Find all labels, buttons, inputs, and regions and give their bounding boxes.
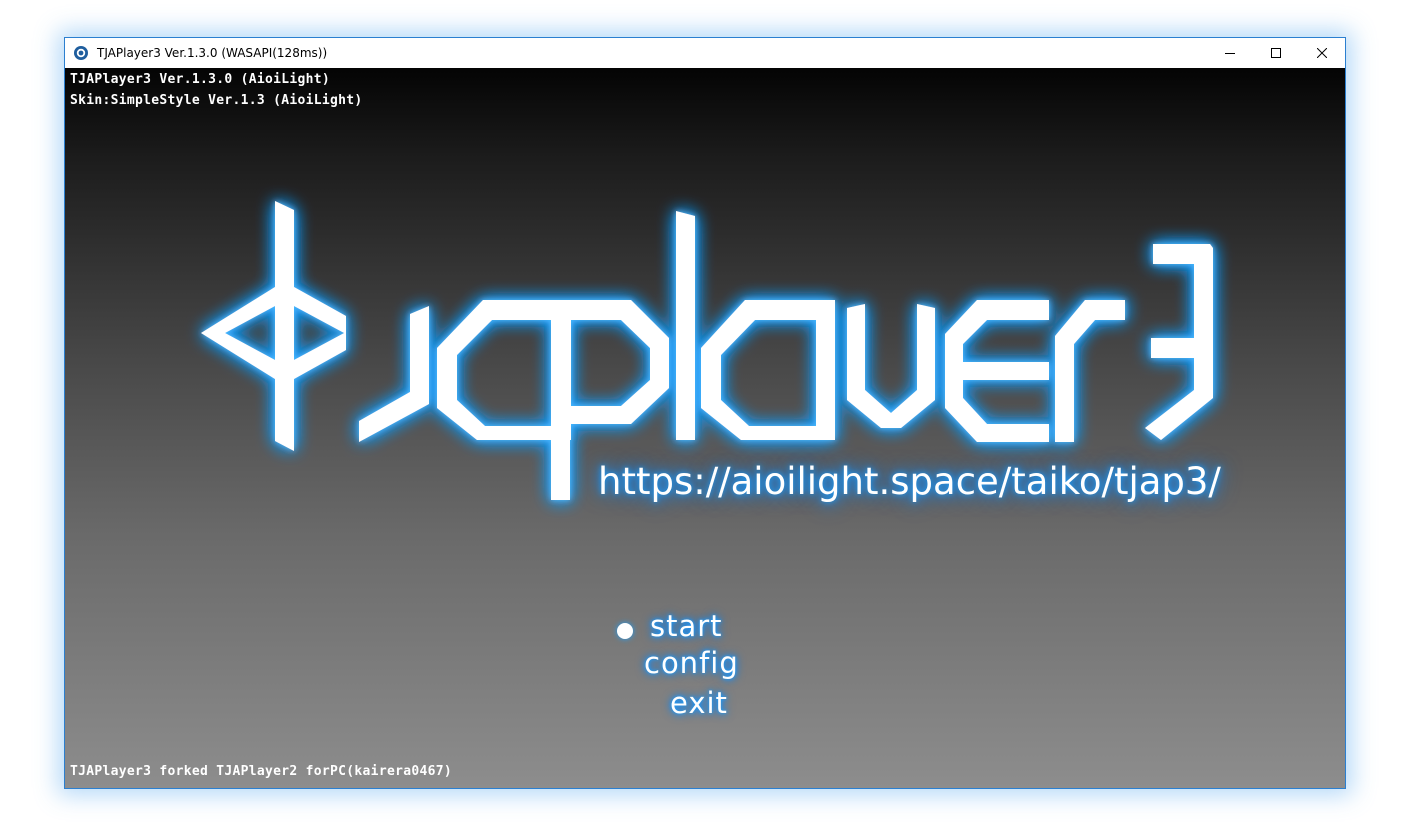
maximize-icon <box>1271 48 1281 58</box>
menu-item-start[interactable]: start <box>650 609 723 643</box>
close-icon <box>1317 48 1327 58</box>
menu-item-config[interactable]: config <box>644 646 739 680</box>
window-title: TJAPlayer3 Ver.1.3.0 (WASAPI(128ms)) <box>97 46 328 60</box>
title-bar[interactable]: TJAPlayer3 Ver.1.3.0 (WASAPI(128ms)) <box>65 38 1345 68</box>
website-url[interactable]: https://aioilight.space/taiko/tjap3/ <box>598 460 1221 503</box>
app-icon <box>74 46 88 60</box>
minimize-button[interactable] <box>1207 38 1253 68</box>
menu-item-exit[interactable]: exit <box>670 686 728 720</box>
close-button[interactable] <box>1299 38 1345 68</box>
minimize-icon <box>1225 53 1235 54</box>
tjaplayer3-logo <box>201 201 1213 500</box>
selection-bullet-icon <box>617 623 633 639</box>
game-screen[interactable]: TJAPlayer3 Ver.1.3.0 (AioiLight) Skin:Si… <box>65 68 1345 788</box>
maximize-button[interactable] <box>1253 38 1299 68</box>
app-window: TJAPlayer3 Ver.1.3.0 (WASAPI(128ms)) TJA… <box>64 37 1346 789</box>
